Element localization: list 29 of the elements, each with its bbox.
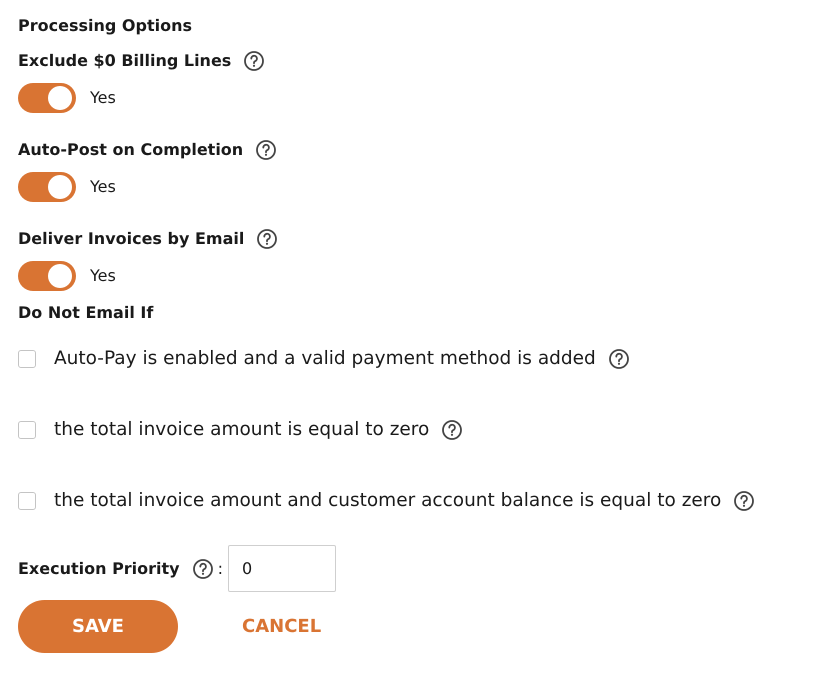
help-icon[interactable] <box>733 490 756 512</box>
help-icon[interactable] <box>608 348 630 370</box>
checkbox-label: the total invoice amount and customer account balance is equal to zero <box>54 489 722 514</box>
setting-label: Deliver Invoices by Email <box>18 228 244 250</box>
help-icon[interactable] <box>255 139 278 161</box>
setting-label: Exclude $0 Billing Lines <box>18 50 232 72</box>
help-icon[interactable] <box>256 228 278 250</box>
checkbox-label: Auto-Pay is enabled and a valid payment method is added <box>54 347 596 372</box>
toggle-switch[interactable] <box>18 83 76 113</box>
setting-label: Auto-Post on Completion <box>18 139 244 161</box>
toggle-value: Yes <box>90 176 116 198</box>
checkbox[interactable] <box>18 492 36 510</box>
section-heading: Do Not Email If <box>18 302 154 324</box>
separator: : <box>218 558 223 580</box>
toggle-switch[interactable] <box>18 261 76 291</box>
section-title: Processing Options <box>18 15 192 37</box>
save-button[interactable]: SAVE <box>18 600 178 653</box>
help-icon[interactable] <box>243 50 266 72</box>
help-icon[interactable] <box>441 419 464 441</box>
toggle-value: Yes <box>90 87 116 109</box>
priority-input[interactable]: 0 <box>228 545 336 592</box>
checkbox-label: the total invoice amount is equal to zero <box>54 418 430 442</box>
checkbox[interactable] <box>18 421 36 439</box>
help-icon[interactable] <box>192 558 214 580</box>
checkbox[interactable] <box>18 350 36 368</box>
field-label: Execution Priority <box>18 558 180 580</box>
toggle-switch[interactable] <box>18 172 76 202</box>
toggle-value: Yes <box>90 265 116 287</box>
cancel-button[interactable]: CANCEL <box>242 613 322 640</box>
